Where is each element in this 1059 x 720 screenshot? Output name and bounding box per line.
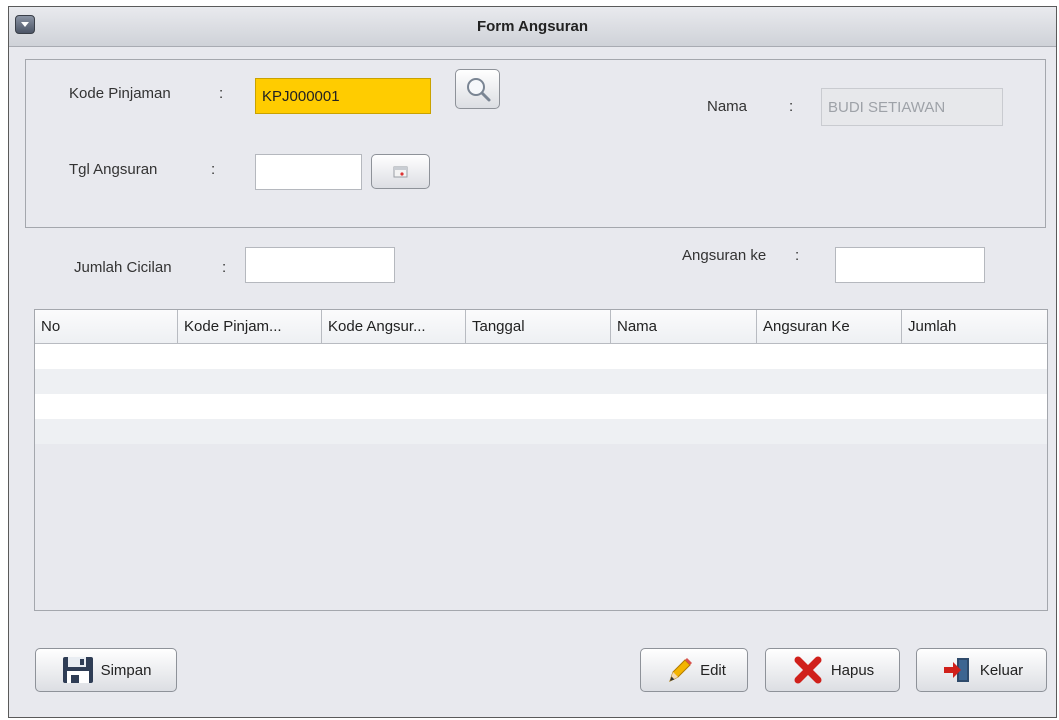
column-header-kode-pinjaman[interactable]: Kode Pinjam... (178, 310, 322, 344)
kode-pinjaman-label: Kode Pinjaman (69, 85, 171, 102)
table-row[interactable] (35, 344, 1047, 369)
kode-pinjaman-colon: : (219, 85, 224, 102)
column-header-jumlah[interactable]: Jumlah (902, 310, 1047, 344)
kode-pinjaman-input[interactable]: KPJ000001 (255, 78, 431, 114)
angsuran-ke-label: Angsuran ke (682, 247, 767, 264)
jumlah-cicilan-label: Jumlah Cicilan (74, 259, 172, 276)
red-x-icon (794, 656, 822, 684)
title-bar: Form Angsuran (9, 7, 1056, 47)
floppy-disk-icon (62, 657, 93, 683)
column-header-kode-angsuran[interactable]: Kode Angsur... (322, 310, 466, 344)
column-header-angsuran-ke[interactable]: Angsuran Ke (757, 310, 902, 344)
simpan-label: Simpan (100, 661, 152, 679)
angsuran-ke-colon: : (795, 247, 800, 264)
tgl-angsuran-input[interactable] (255, 154, 362, 190)
nama-field: BUDI SETIAWAN (821, 88, 1003, 126)
hapus-button[interactable]: Hapus (765, 648, 900, 692)
table-header: No Kode Pinjam... Kode Angsur... Tanggal… (35, 310, 1047, 344)
edit-button[interactable]: Edit (640, 648, 748, 692)
column-header-no[interactable]: No (35, 310, 178, 344)
simpan-button[interactable]: Simpan (35, 648, 177, 692)
column-header-nama[interactable]: Nama (611, 310, 757, 344)
jumlah-cicilan-input[interactable] (245, 247, 395, 283)
hapus-label: Hapus (830, 661, 875, 679)
search-button[interactable] (455, 69, 500, 109)
nama-label: Nama (707, 98, 748, 115)
calendar-button[interactable] (371, 154, 430, 189)
loan-info-panel: Kode Pinjaman : KPJ000001 Nama : BUDI SE… (25, 59, 1046, 228)
exit-door-icon (943, 658, 969, 682)
nama-colon: : (789, 98, 794, 115)
keluar-button[interactable]: Keluar (916, 648, 1047, 692)
table-row[interactable] (35, 419, 1047, 444)
table-row[interactable] (35, 369, 1047, 394)
form-angsuran-window: Form Angsuran Kode Pinjaman : KPJ000001 … (8, 6, 1057, 718)
keluar-label: Keluar (979, 661, 1024, 679)
angsuran-ke-input[interactable] (835, 247, 985, 283)
table-row[interactable] (35, 394, 1047, 419)
edit-label: Edit (700, 661, 726, 679)
pencil-icon (669, 658, 693, 682)
jumlah-cicilan-colon: : (222, 259, 227, 276)
tgl-angsuran-colon: : (211, 161, 216, 178)
magnifier-icon (467, 78, 491, 102)
column-header-tanggal[interactable]: Tanggal (466, 310, 611, 344)
tgl-angsuran-label: Tgl Angsuran (69, 161, 158, 178)
window-title: Form Angsuran (476, 18, 589, 35)
angsuran-table[interactable]: No Kode Pinjam... Kode Angsur... Tanggal… (34, 309, 1048, 611)
calendar-icon (393, 166, 408, 178)
